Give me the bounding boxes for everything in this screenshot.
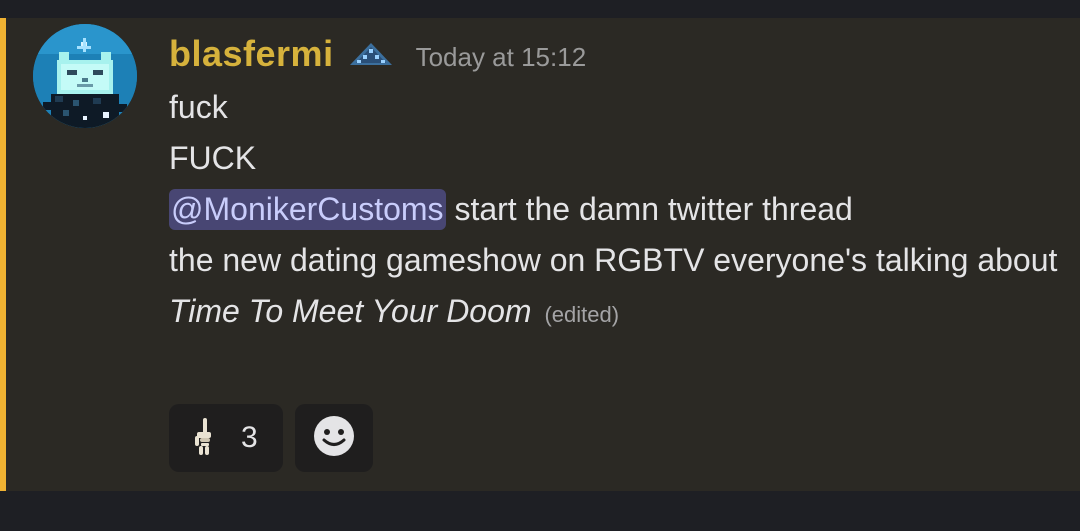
message-header: blasfermi Today at 15:12 xyxy=(169,32,586,76)
message-text: start the damn twitter thread xyxy=(445,191,853,227)
message-line: @MonikerCustoms start the damn twitter t… xyxy=(169,184,1059,235)
chat-message[interactable]: blasfermi Today at 15:12 fuck FUCK @Moni… xyxy=(0,18,1080,491)
username[interactable]: blasfermi xyxy=(169,33,334,75)
reaction-count: 3 xyxy=(241,421,258,454)
add-reaction-smiley-icon xyxy=(312,414,356,463)
message-timestamp[interactable]: Today at 15:12 xyxy=(416,42,587,73)
bottom-divider-bar xyxy=(0,491,1080,531)
skeleton-hand-pointing-up-icon xyxy=(191,416,217,461)
user-avatar[interactable] xyxy=(33,24,137,128)
mention-highlight-bar xyxy=(0,18,6,491)
blue-pixel-pyramid-icon[interactable] xyxy=(348,41,394,67)
edited-label[interactable]: (edited) xyxy=(544,302,619,327)
message-line: FUCK xyxy=(169,140,257,176)
add-reaction-button[interactable] xyxy=(295,404,373,472)
user-mention[interactable]: @MonikerCustoms xyxy=(169,189,446,230)
reaction-skeleton-hand[interactable]: 3 xyxy=(169,404,283,472)
message-line: the new dating gameshow on RGBTV everyon… xyxy=(169,242,1058,278)
message-line: Time To Meet Your Doom (edited) xyxy=(169,286,1059,340)
top-divider-bar xyxy=(0,0,1080,18)
italic-text: Time To Meet Your Doom xyxy=(169,293,532,329)
message-line: fuck xyxy=(169,89,228,125)
message-content: fuck FUCK @MonikerCustoms start the damn… xyxy=(169,82,1059,340)
reaction-bar: 3 xyxy=(169,404,373,472)
pixel-cat-avatar-icon xyxy=(33,24,137,128)
